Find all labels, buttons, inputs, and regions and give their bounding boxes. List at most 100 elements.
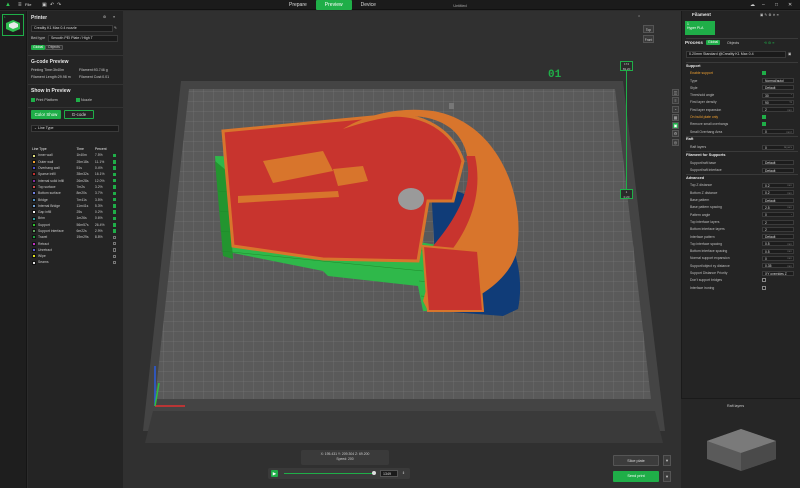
legend-visibility-checkbox[interactable] (112, 235, 117, 240)
printer-collapse-icon[interactable]: ≡ (113, 15, 115, 19)
process-objects-tab[interactable]: Objects (727, 41, 739, 45)
gcode-button[interactable]: G-code (64, 110, 94, 119)
legend-visibility-checkbox[interactable] (112, 241, 117, 246)
legend-visibility-checkbox[interactable] (112, 223, 117, 227)
3d-viewport[interactable]: 01 ⌂ Top Front 174 69.20 1 0.20 ◫ ≡ ◔ ▦ ▣ … (123, 11, 681, 488)
filament-toolbar-icons[interactable]: ▣ ✎ ⚙ ✕ ≡ (760, 13, 779, 17)
setting-value-field[interactable]: 2 (762, 219, 794, 225)
move-slider-knob[interactable] (372, 471, 376, 475)
legend-visibility-checkbox[interactable] (112, 248, 117, 252)
legend-visibility-checkbox[interactable] (112, 204, 117, 208)
legend-visibility-checkbox[interactable] (112, 172, 117, 177)
tab-prepare[interactable]: Prepare (280, 0, 316, 10)
divider (686, 62, 798, 63)
print-dropdown-icon[interactable]: ▾ (663, 471, 671, 482)
print-platform-checkbox[interactable] (31, 98, 35, 102)
move-input[interactable]: 1349 (380, 470, 398, 477)
legend-visibility-checkbox[interactable] (112, 153, 117, 158)
nozzle-checkbox[interactable] (76, 98, 80, 102)
setting-value-field[interactable]: Normal(auto) (762, 78, 794, 84)
legend-visibility-checkbox[interactable] (112, 166, 117, 170)
view-front-button[interactable]: Front (643, 35, 654, 43)
send-print-button[interactable]: Send print (613, 471, 659, 482)
move-stepper-icon[interactable]: ⇕ (400, 470, 407, 477)
setting-value-field[interactable]: XY overrides Z (762, 270, 794, 276)
legend-swatch (32, 185, 36, 190)
setting-checkbox[interactable] (762, 115, 766, 120)
toolbar-eye-icon[interactable]: ◎ (672, 138, 679, 146)
toolbar-layers-icon[interactable]: ≡ (672, 97, 679, 105)
setting-value-field[interactable]: Default (762, 167, 794, 173)
line-type-select[interactable]: ⌄ Line Type (31, 125, 119, 132)
tab-preview[interactable]: Preview (315, 0, 352, 10)
close-icon[interactable]: ✕ (788, 2, 792, 8)
filament-length: Filament Length:29.98 m (31, 75, 71, 79)
objects-tab[interactable]: Objects (45, 45, 63, 50)
setting-unit: ° (790, 212, 792, 217)
file-menu[interactable]: File (25, 3, 31, 7)
printer-edit-icon[interactable]: ✎ (114, 26, 117, 30)
setting-value-field[interactable]: Default (762, 85, 794, 91)
legend-visibility-checkbox[interactable] (112, 260, 117, 265)
toolbar-cube-icon[interactable]: ◫ (672, 89, 679, 96)
legend-row[interactable]: Seams (31, 259, 119, 265)
legend-visibility-checkbox[interactable] (112, 210, 117, 214)
setting-checkbox[interactable] (762, 285, 766, 290)
toolbar-grid-icon[interactable]: ▦ (672, 113, 679, 121)
legend-visibility-checkbox[interactable] (112, 216, 117, 221)
cloud-icon[interactable]: ☁ (750, 2, 755, 8)
legend-visibility-checkbox[interactable] (112, 229, 117, 233)
bed-type-select[interactable]: Smooth PEI Plate / High T (48, 35, 118, 42)
process-preset-select[interactable]: 0.20mm Standard @Creality K1 Max 0.4 (686, 51, 786, 58)
section-raft[interactable]: Raft (686, 137, 693, 141)
setting-value-field[interactable]: Default (762, 234, 794, 240)
redo-icon[interactable]: ↷ (57, 2, 61, 8)
slice-plate-button[interactable]: Slice plate (613, 455, 659, 466)
toolbar-gauge-icon[interactable]: ◔ (672, 105, 679, 113)
move-slider-track[interactable] (284, 473, 374, 474)
undo-icon[interactable]: ↶ (50, 2, 54, 8)
minimize-icon[interactable]: – (762, 2, 765, 8)
setting-checkbox[interactable] (762, 122, 766, 127)
view-top-button[interactable]: Top (643, 25, 654, 33)
setting-checkbox[interactable] (762, 71, 766, 76)
setting-checkbox[interactable] (762, 278, 766, 283)
color-scheme-button[interactable]: Color Show (31, 110, 61, 119)
toolbar-preview-icon[interactable]: ▣ (672, 122, 679, 130)
toolbar-settings-icon[interactable]: ⚙ (672, 130, 679, 138)
global-tab[interactable]: Global (31, 45, 46, 50)
setting-value-field[interactable]: 30 (762, 92, 794, 98)
setting-label: Support/object xy distance (690, 263, 730, 268)
setting-value-field[interactable]: 2 (762, 226, 794, 232)
legend-visibility-checkbox[interactable] (112, 254, 117, 259)
section-support[interactable]: Support (686, 64, 701, 68)
slice-dropdown-icon[interactable]: ▾ (663, 455, 671, 466)
filament-chip[interactable]: 1 Hyper PLA (685, 21, 715, 35)
tab-device[interactable]: Device (352, 0, 385, 10)
legend-visibility-checkbox[interactable] (112, 178, 117, 183)
maximize-icon[interactable]: □ (775, 2, 778, 8)
printer-settings-icon[interactable]: ⚙ (103, 15, 106, 19)
plate-thumbnail[interactable]: 1 (2, 14, 24, 36)
layer-bottom-handle[interactable]: 1 0.20 (620, 189, 633, 199)
legend-visibility-checkbox[interactable] (112, 185, 117, 189)
setting-value-field[interactable]: 0 (762, 212, 794, 218)
layer-slider[interactable]: 174 69.20 1 0.20 (620, 61, 633, 201)
section-advanced[interactable]: Advanced (686, 176, 704, 180)
process-toolbar-icons[interactable]: ⟲ ⚙ ≡ (764, 41, 774, 45)
process-preset-save-icon[interactable]: ▣ (788, 52, 791, 56)
play-icon[interactable]: ▶ (271, 470, 278, 477)
setting-value-field[interactable]: Default (762, 160, 794, 166)
layer-top-handle[interactable]: 174 69.20 (620, 61, 633, 71)
section-filament-supports[interactable]: Filament for Supports (686, 153, 725, 157)
divider (686, 135, 798, 137)
legend-visibility-checkbox[interactable] (112, 197, 117, 202)
legend-visibility-checkbox[interactable] (112, 160, 117, 164)
save-icon[interactable]: ▣ (42, 2, 47, 8)
printer-select[interactable]: Creality K1 Max 0.4 nozzle (31, 25, 113, 32)
home-icon[interactable]: ⌂ (638, 14, 640, 18)
process-global-tab[interactable]: Global (706, 40, 721, 45)
legend-visibility-checkbox[interactable] (112, 191, 117, 196)
menu-icon[interactable]: ≡ (18, 2, 22, 8)
setting-value-field[interactable]: Default (762, 197, 794, 203)
